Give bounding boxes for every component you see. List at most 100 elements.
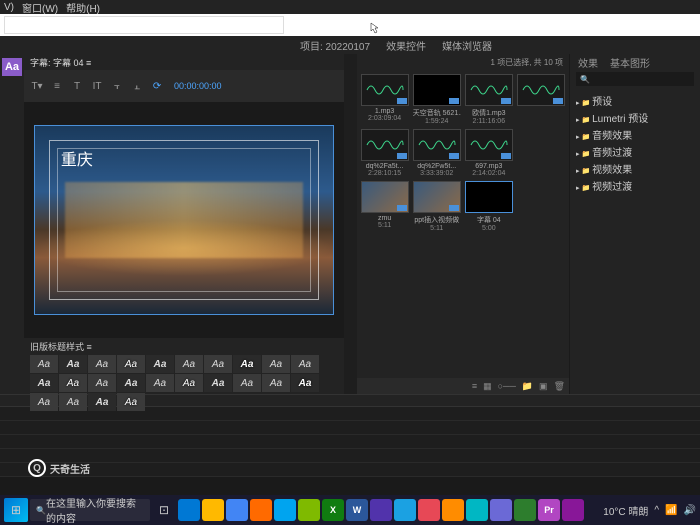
- taskbar-app-icon[interactable]: [250, 499, 272, 521]
- style-swatch[interactable]: Aa: [117, 374, 145, 392]
- style-swatch[interactable]: Aa: [59, 374, 87, 392]
- tray-chevron-icon[interactable]: ^: [654, 505, 659, 516]
- clip-thumbnail[interactable]: [517, 74, 565, 106]
- project-clip[interactable]: dq%2Fa5t...2:28:10:15: [361, 129, 409, 177]
- style-swatch[interactable]: Aa: [88, 374, 116, 392]
- text-tool-icon[interactable]: T: [70, 79, 84, 93]
- style-swatch[interactable]: Aa: [291, 374, 319, 392]
- zoom-slider-icon[interactable]: ○──: [498, 381, 516, 391]
- taskbar-app-icon[interactable]: W: [346, 499, 368, 521]
- style-swatch[interactable]: Aa: [233, 374, 261, 392]
- tab-project[interactable]: 项目: 20220107: [300, 38, 370, 53]
- style-swatch[interactable]: Aa: [30, 374, 58, 392]
- project-clip[interactable]: zmu5:11: [361, 181, 409, 232]
- effects-folder[interactable]: Lumetri 预设: [576, 109, 694, 126]
- title-text-element[interactable]: 重庆: [61, 146, 93, 170]
- style-swatch[interactable]: Aa: [117, 355, 145, 373]
- style-swatch[interactable]: Aa: [88, 355, 116, 373]
- project-clip[interactable]: dq%2Fw5t...3:33:39:02: [413, 129, 461, 177]
- task-view-icon[interactable]: ⊡: [152, 498, 176, 522]
- taskbar-app-icon[interactable]: [202, 499, 224, 521]
- project-clip[interactable]: ppt插入视频做5:11: [413, 181, 461, 232]
- taskbar-app-icon[interactable]: [178, 499, 200, 521]
- clip-thumbnail[interactable]: [413, 129, 461, 161]
- font-dropdown-icon[interactable]: T▾: [30, 79, 44, 93]
- type-tool[interactable]: Aa: [2, 58, 22, 76]
- taskbar-app-icon[interactable]: [466, 499, 488, 521]
- project-clip[interactable]: 欧倩1.mp32:11:16:06: [465, 74, 513, 125]
- clip-thumbnail[interactable]: [465, 129, 513, 161]
- browser-tab[interactable]: [4, 16, 284, 34]
- effects-folder[interactable]: 音频效果: [576, 126, 694, 143]
- style-swatch[interactable]: Aa: [146, 355, 174, 373]
- style-swatch[interactable]: Aa: [30, 355, 58, 373]
- effects-folder[interactable]: 音频过渡: [576, 143, 694, 160]
- network-icon[interactable]: 📶: [665, 505, 677, 516]
- panel-divider[interactable]: [344, 54, 357, 394]
- project-clip[interactable]: 1.mp32:03:09:04: [361, 74, 409, 125]
- taskbar-app-icon[interactable]: [394, 499, 416, 521]
- trash-icon[interactable]: 🗑: [554, 381, 565, 392]
- taskbar-app-icon[interactable]: [514, 499, 536, 521]
- audio-track[interactable]: [0, 463, 700, 477]
- taskbar-app-icon[interactable]: [370, 499, 392, 521]
- style-swatch[interactable]: Aa: [233, 355, 261, 373]
- style-swatch[interactable]: Aa: [291, 355, 319, 373]
- project-clip[interactable]: 697.mp32:14:02:04: [465, 129, 513, 177]
- preview-canvas[interactable]: 重庆: [34, 125, 334, 315]
- effects-search-input[interactable]: [576, 72, 694, 86]
- clip-thumbnail[interactable]: [413, 181, 461, 213]
- style-swatch[interactable]: Aa: [59, 355, 87, 373]
- style-swatch[interactable]: Aa: [262, 374, 290, 392]
- taskbar-app-icon[interactable]: X: [322, 499, 344, 521]
- clip-thumbnail[interactable]: [361, 129, 409, 161]
- list-view-icon[interactable]: ≡: [472, 381, 477, 391]
- align-center-icon[interactable]: ⫠: [130, 79, 144, 93]
- project-clip[interactable]: 天空音轨 5621...1:59:24: [413, 74, 461, 125]
- audio-track[interactable]: [0, 435, 700, 449]
- tab-effects[interactable]: 效果: [578, 55, 598, 70]
- style-swatch[interactable]: Aa: [88, 393, 116, 411]
- menu-item-help[interactable]: 帮助(H): [66, 0, 100, 15]
- clip-thumbnail[interactable]: [465, 74, 513, 106]
- sync-icon[interactable]: ⟳: [150, 79, 164, 93]
- style-swatch[interactable]: Aa: [117, 393, 145, 411]
- taskbar-search[interactable]: 🔍 在这里输入你要搜索的内容: [30, 499, 150, 521]
- project-clip[interactable]: 字幕 045:00: [465, 181, 513, 232]
- taskbar-app-icon[interactable]: [226, 499, 248, 521]
- tab-effect-controls[interactable]: 效果控件: [386, 38, 426, 53]
- taskbar-app-icon[interactable]: [442, 499, 464, 521]
- clip-thumbnail[interactable]: [465, 181, 513, 213]
- menu-item-window[interactable]: 窗口(W): [22, 0, 58, 15]
- video-track[interactable]: [0, 421, 700, 435]
- taskbar-app-icon[interactable]: [418, 499, 440, 521]
- tab-essential-graphics[interactable]: 基本图形: [610, 55, 650, 70]
- style-swatch[interactable]: Aa: [146, 374, 174, 392]
- app-menubar[interactable]: V) 窗口(W) 帮助(H): [0, 0, 700, 14]
- volume-icon[interactable]: 🔊: [684, 505, 696, 516]
- start-button[interactable]: ⊞: [4, 498, 28, 522]
- style-swatch[interactable]: Aa: [262, 355, 290, 373]
- taskbar-app-icon[interactable]: [298, 499, 320, 521]
- menu-item[interactable]: V): [4, 2, 14, 13]
- system-tray[interactable]: 10°C 晴朗 ^ 📶 🔊: [603, 503, 696, 518]
- taskbar-app-icon[interactable]: [562, 499, 584, 521]
- new-bin-icon[interactable]: 📁: [522, 381, 533, 392]
- align-left-icon[interactable]: ⫟: [110, 79, 124, 93]
- icon-view-icon[interactable]: ▦: [483, 381, 492, 392]
- align-icon[interactable]: ≡: [50, 79, 64, 93]
- taskbar-app-icon[interactable]: Pr: [538, 499, 560, 521]
- clip-thumbnail[interactable]: [361, 181, 409, 213]
- timecode-display[interactable]: 00:00:00:00: [174, 81, 222, 91]
- effects-folder[interactable]: 视频效果: [576, 160, 694, 177]
- style-swatch[interactable]: Aa: [59, 393, 87, 411]
- timeline-tracks[interactable]: [0, 407, 700, 477]
- clip-thumbnail[interactable]: [361, 74, 409, 106]
- style-swatch[interactable]: Aa: [175, 374, 203, 392]
- project-clip[interactable]: [517, 74, 565, 125]
- taskbar-app-icon[interactable]: [490, 499, 512, 521]
- new-item-icon[interactable]: ▣: [539, 381, 548, 392]
- effects-folder[interactable]: 预设: [576, 92, 694, 109]
- tab-media-browser[interactable]: 媒体浏览器: [442, 38, 492, 53]
- taskbar-app-icon[interactable]: [274, 499, 296, 521]
